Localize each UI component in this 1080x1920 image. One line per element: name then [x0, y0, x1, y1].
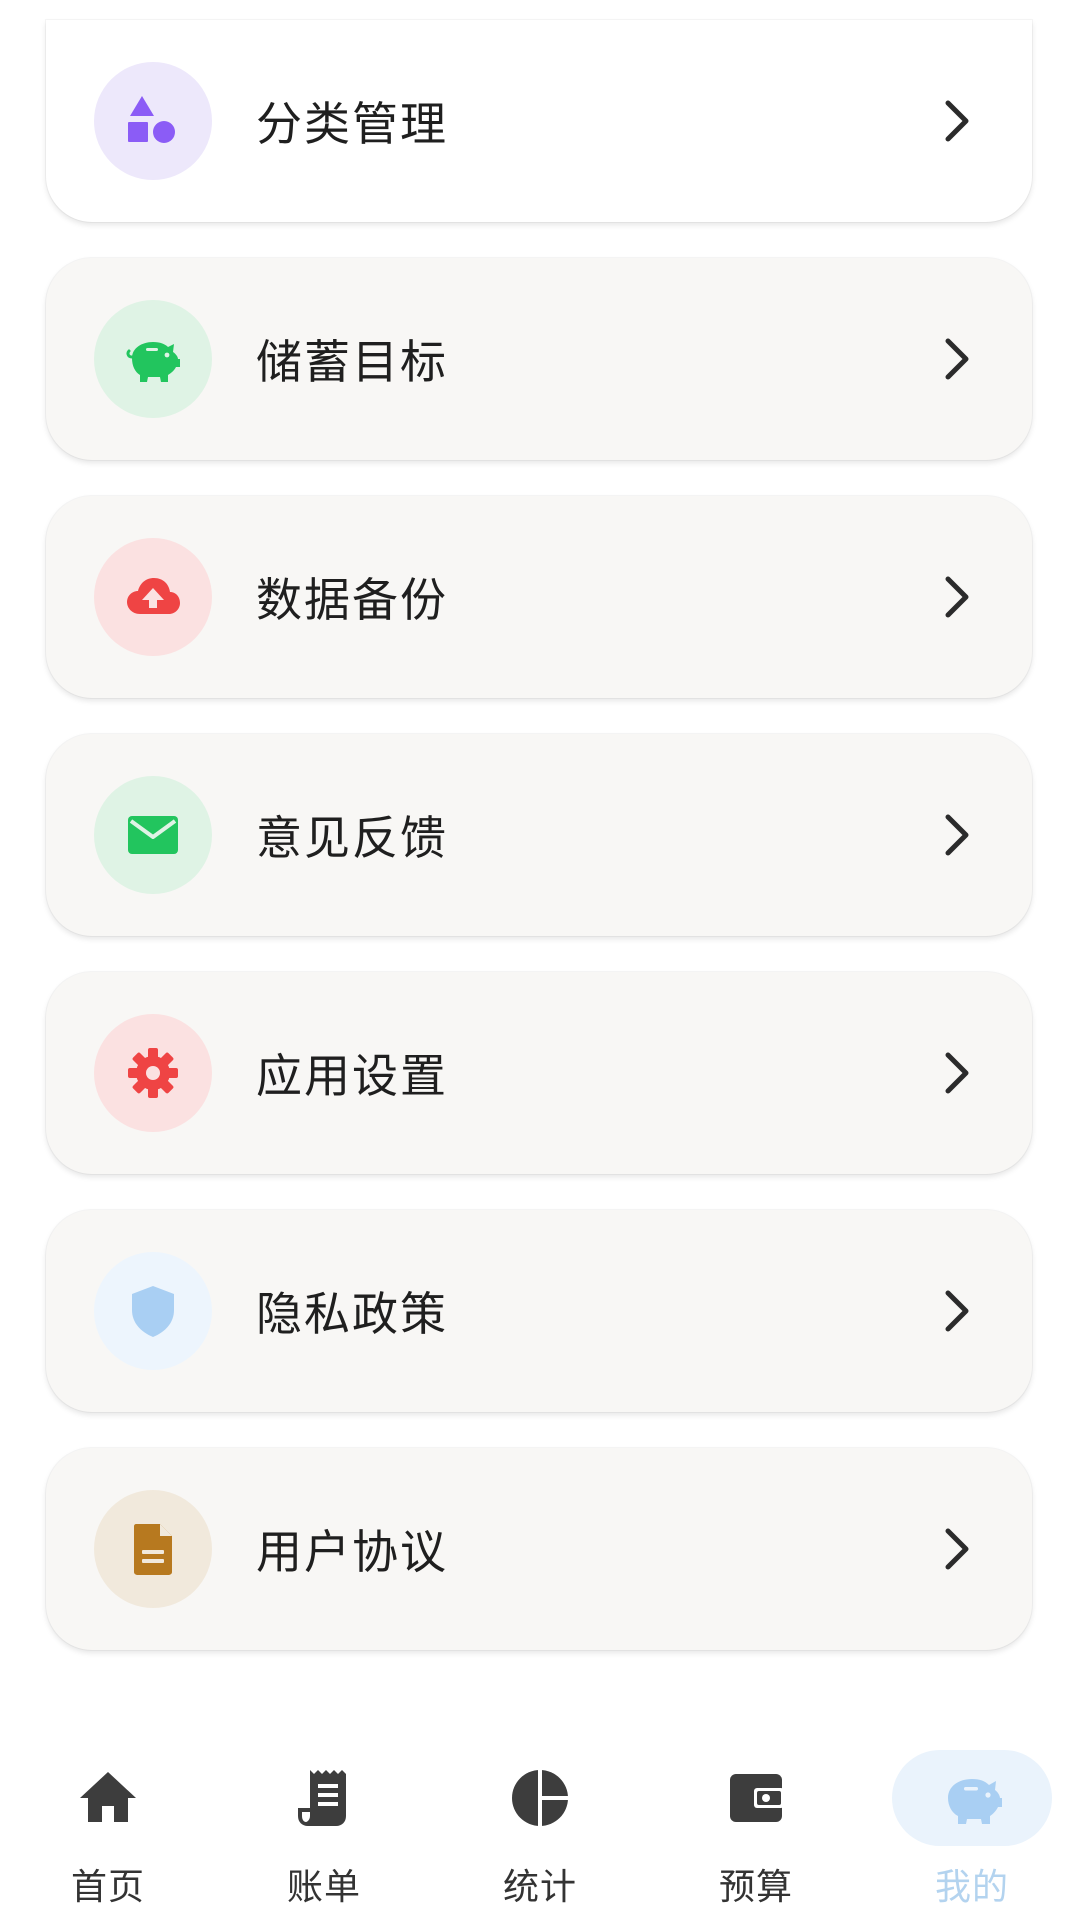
- nav-item-mine[interactable]: 我的: [864, 1728, 1080, 1920]
- home-icon: [76, 1766, 140, 1830]
- piggy-bank-icon: [126, 342, 180, 382]
- menu-item-icon-bg: [94, 1014, 212, 1132]
- nav-label: 预算: [718, 1867, 793, 1908]
- menu-item-privacy-policy[interactable]: 隐私政策: [46, 1210, 1032, 1412]
- nav-item-budget[interactable]: 预算: [648, 1728, 864, 1920]
- shapes-icon: [128, 96, 175, 143]
- menu-item-label: 应用设置: [256, 1049, 448, 1103]
- pie-chart-icon: [508, 1766, 572, 1830]
- chevron-right-icon: [940, 99, 974, 143]
- cloud-upload-icon: [127, 578, 180, 614]
- chevron-right-icon: [940, 1051, 974, 1095]
- menu-item-icon-bg: [94, 300, 212, 418]
- nav-label: 首页: [70, 1867, 145, 1908]
- menu-item-app-settings[interactable]: 应用设置: [46, 972, 1032, 1174]
- menu-item-feedback[interactable]: 意见反馈: [46, 734, 1032, 936]
- piggy-bank-icon: [940, 1766, 1004, 1830]
- nav-label: 我的: [934, 1867, 1009, 1908]
- nav-item-home[interactable]: 首页: [0, 1728, 216, 1920]
- chevron-right-icon: [940, 575, 974, 619]
- menu-item-label: 意见反馈: [256, 811, 448, 865]
- menu-item-label: 分类管理: [256, 97, 448, 151]
- nav-item-bills[interactable]: 账单: [216, 1728, 432, 1920]
- menu-item-label: 数据备份: [256, 573, 448, 627]
- chevron-right-icon: [940, 337, 974, 381]
- wallet-icon: [724, 1766, 788, 1830]
- chevron-right-icon: [940, 1289, 974, 1333]
- menu-item-data-backup[interactable]: 数据备份: [46, 496, 1032, 698]
- nav-label: 统计: [502, 1867, 577, 1908]
- menu-item-label: 用户协议: [256, 1525, 448, 1579]
- menu-item-category-management[interactable]: 分类管理: [46, 20, 1032, 222]
- receipt-icon: [292, 1766, 356, 1830]
- gear-icon: [128, 1048, 178, 1098]
- menu-item-label: 储蓄目标: [256, 335, 448, 389]
- bottom-navigation-bar: 首页 账单 统计 预算 我的: [0, 1728, 1080, 1920]
- menu-item-user-agreement[interactable]: 用户协议: [46, 1448, 1032, 1650]
- menu-item-label: 隐私政策: [256, 1287, 448, 1341]
- menu-item-icon-bg: [94, 776, 212, 894]
- menu-item-icon-bg: [94, 1252, 212, 1370]
- menu-item-icon-bg: [94, 538, 212, 656]
- document-icon: [134, 1524, 172, 1575]
- menu-item-icon-bg: [94, 1490, 212, 1608]
- chevron-right-icon: [940, 1527, 974, 1571]
- menu-item-savings-goal[interactable]: 储蓄目标: [46, 258, 1032, 460]
- shield-icon: [132, 1286, 174, 1337]
- chevron-right-icon: [940, 813, 974, 857]
- nav-label: 账单: [286, 1867, 361, 1908]
- envelope-icon: [128, 816, 178, 854]
- menu-item-icon-bg: [94, 62, 212, 180]
- nav-item-statistics[interactable]: 统计: [432, 1728, 648, 1920]
